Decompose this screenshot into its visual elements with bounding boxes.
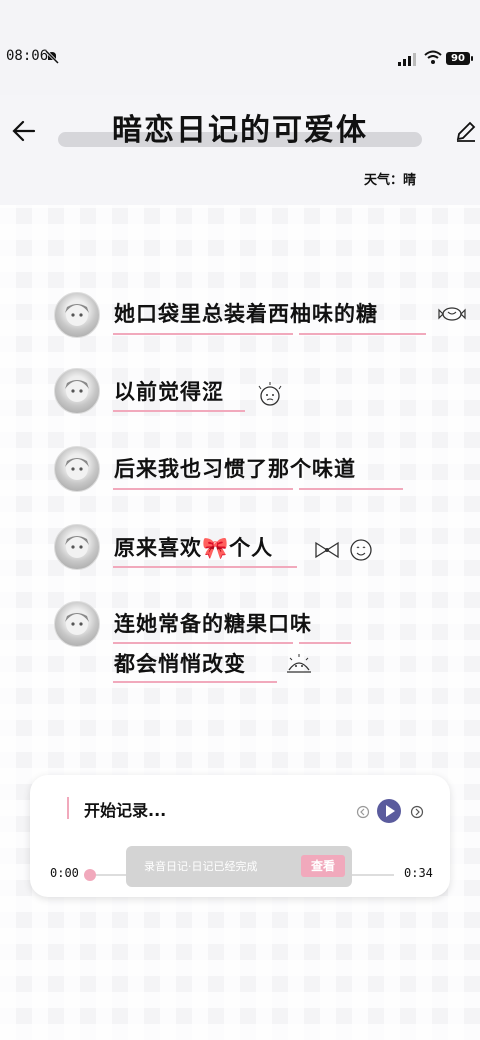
wifi-icon	[424, 50, 442, 64]
underline	[113, 681, 277, 683]
avatar	[54, 368, 100, 414]
diary-header: 暗恋日记的可爱体 天气：晴	[0, 95, 480, 205]
sun-face-doodle-icon	[287, 654, 311, 673]
avatar	[54, 446, 100, 492]
status-bar: 08:06 90	[0, 0, 480, 110]
signal-icon	[398, 53, 416, 66]
avatar	[54, 292, 100, 338]
heart-face-doodle-icon	[350, 539, 372, 561]
sweat-face-doodle-icon	[258, 382, 282, 406]
underline	[299, 642, 351, 644]
toast-message: 录音日记·日记已经完成	[144, 860, 258, 873]
rewind-icon[interactable]	[356, 805, 370, 819]
underline	[113, 333, 293, 335]
underline	[113, 642, 293, 644]
bow-doodle-icon	[315, 541, 339, 559]
diary-line: 后来我也习惯了那个味道	[114, 457, 356, 481]
diary-line: 以前觉得涩	[114, 380, 224, 404]
battery-indicator: 90	[446, 52, 473, 65]
view-button[interactable]: 查看	[301, 855, 345, 877]
record-input[interactable]: 开始记录...	[84, 797, 166, 821]
voice-recorder-card: 开始记录... 0:00 0:34 录音日记·日记已经完成 查看	[30, 775, 450, 897]
diary-line: 原来喜欢🎀个人	[114, 536, 274, 560]
mute-bell-icon	[44, 50, 60, 64]
status-time: 08:06	[6, 48, 49, 64]
underline	[299, 333, 426, 335]
edit-pencil-icon[interactable]	[454, 119, 478, 143]
forward-icon[interactable]	[410, 805, 424, 819]
diary-line: 都会悄悄改变	[114, 652, 246, 676]
avatar	[54, 524, 100, 570]
page-title: 暗恋日记的可爱体	[112, 113, 368, 148]
diary-line: 她口袋里总装着西柚味的糖	[114, 302, 378, 326]
avatar	[54, 601, 100, 647]
playback-start-time: 0:00	[50, 866, 79, 880]
playback-knob[interactable]	[84, 869, 96, 881]
underline	[299, 488, 403, 490]
underline	[113, 488, 293, 490]
diary-line: 连她常备的糖果口味	[114, 612, 312, 636]
completion-toast: 录音日记·日记已经完成 查看	[126, 846, 352, 887]
candy-doodle-icon	[438, 307, 466, 321]
text-cursor	[67, 797, 69, 819]
play-button[interactable]	[377, 799, 401, 823]
weather-label: 天气：晴	[363, 173, 416, 188]
underline	[113, 410, 245, 412]
underline	[113, 566, 297, 568]
playback-end-time: 0:34	[404, 866, 433, 880]
